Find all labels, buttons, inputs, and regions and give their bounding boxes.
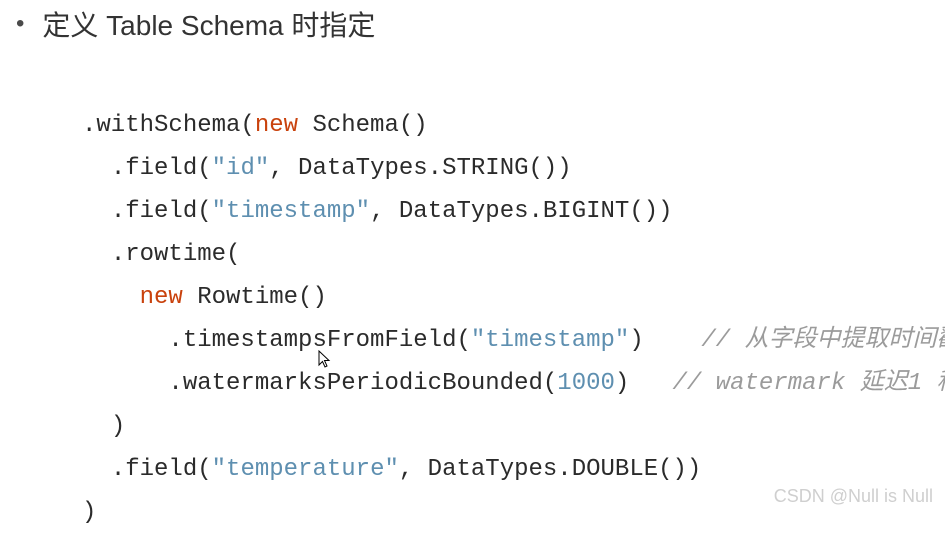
code-block: .withSchema(new Schema() .field("id", Da… xyxy=(82,104,945,534)
code-line: .watermarksPeriodicBounded(1000) // wate… xyxy=(82,362,945,405)
code-line: .timestampsFromField("timestamp") // 从字段… xyxy=(82,319,945,362)
code-line: .field("id", DataTypes.STRING()) xyxy=(82,147,945,190)
watermark-text: CSDN @Null is Null xyxy=(774,486,933,507)
code-line: new Rowtime() xyxy=(82,276,945,319)
code-line: .field("timestamp", DataTypes.BIGINT()) xyxy=(82,190,945,233)
code-line: ) xyxy=(82,405,945,448)
code-line: .withSchema(new Schema() xyxy=(82,104,945,147)
code-line: .rowtime( xyxy=(82,233,945,276)
bullet-icon: • xyxy=(16,12,24,36)
code-line: .field("temperature", DataTypes.DOUBLE()… xyxy=(82,448,945,491)
slide-header: • 定义 Table Schema 时指定 xyxy=(0,0,945,44)
slide-title: 定义 Table Schema 时指定 xyxy=(42,4,375,44)
